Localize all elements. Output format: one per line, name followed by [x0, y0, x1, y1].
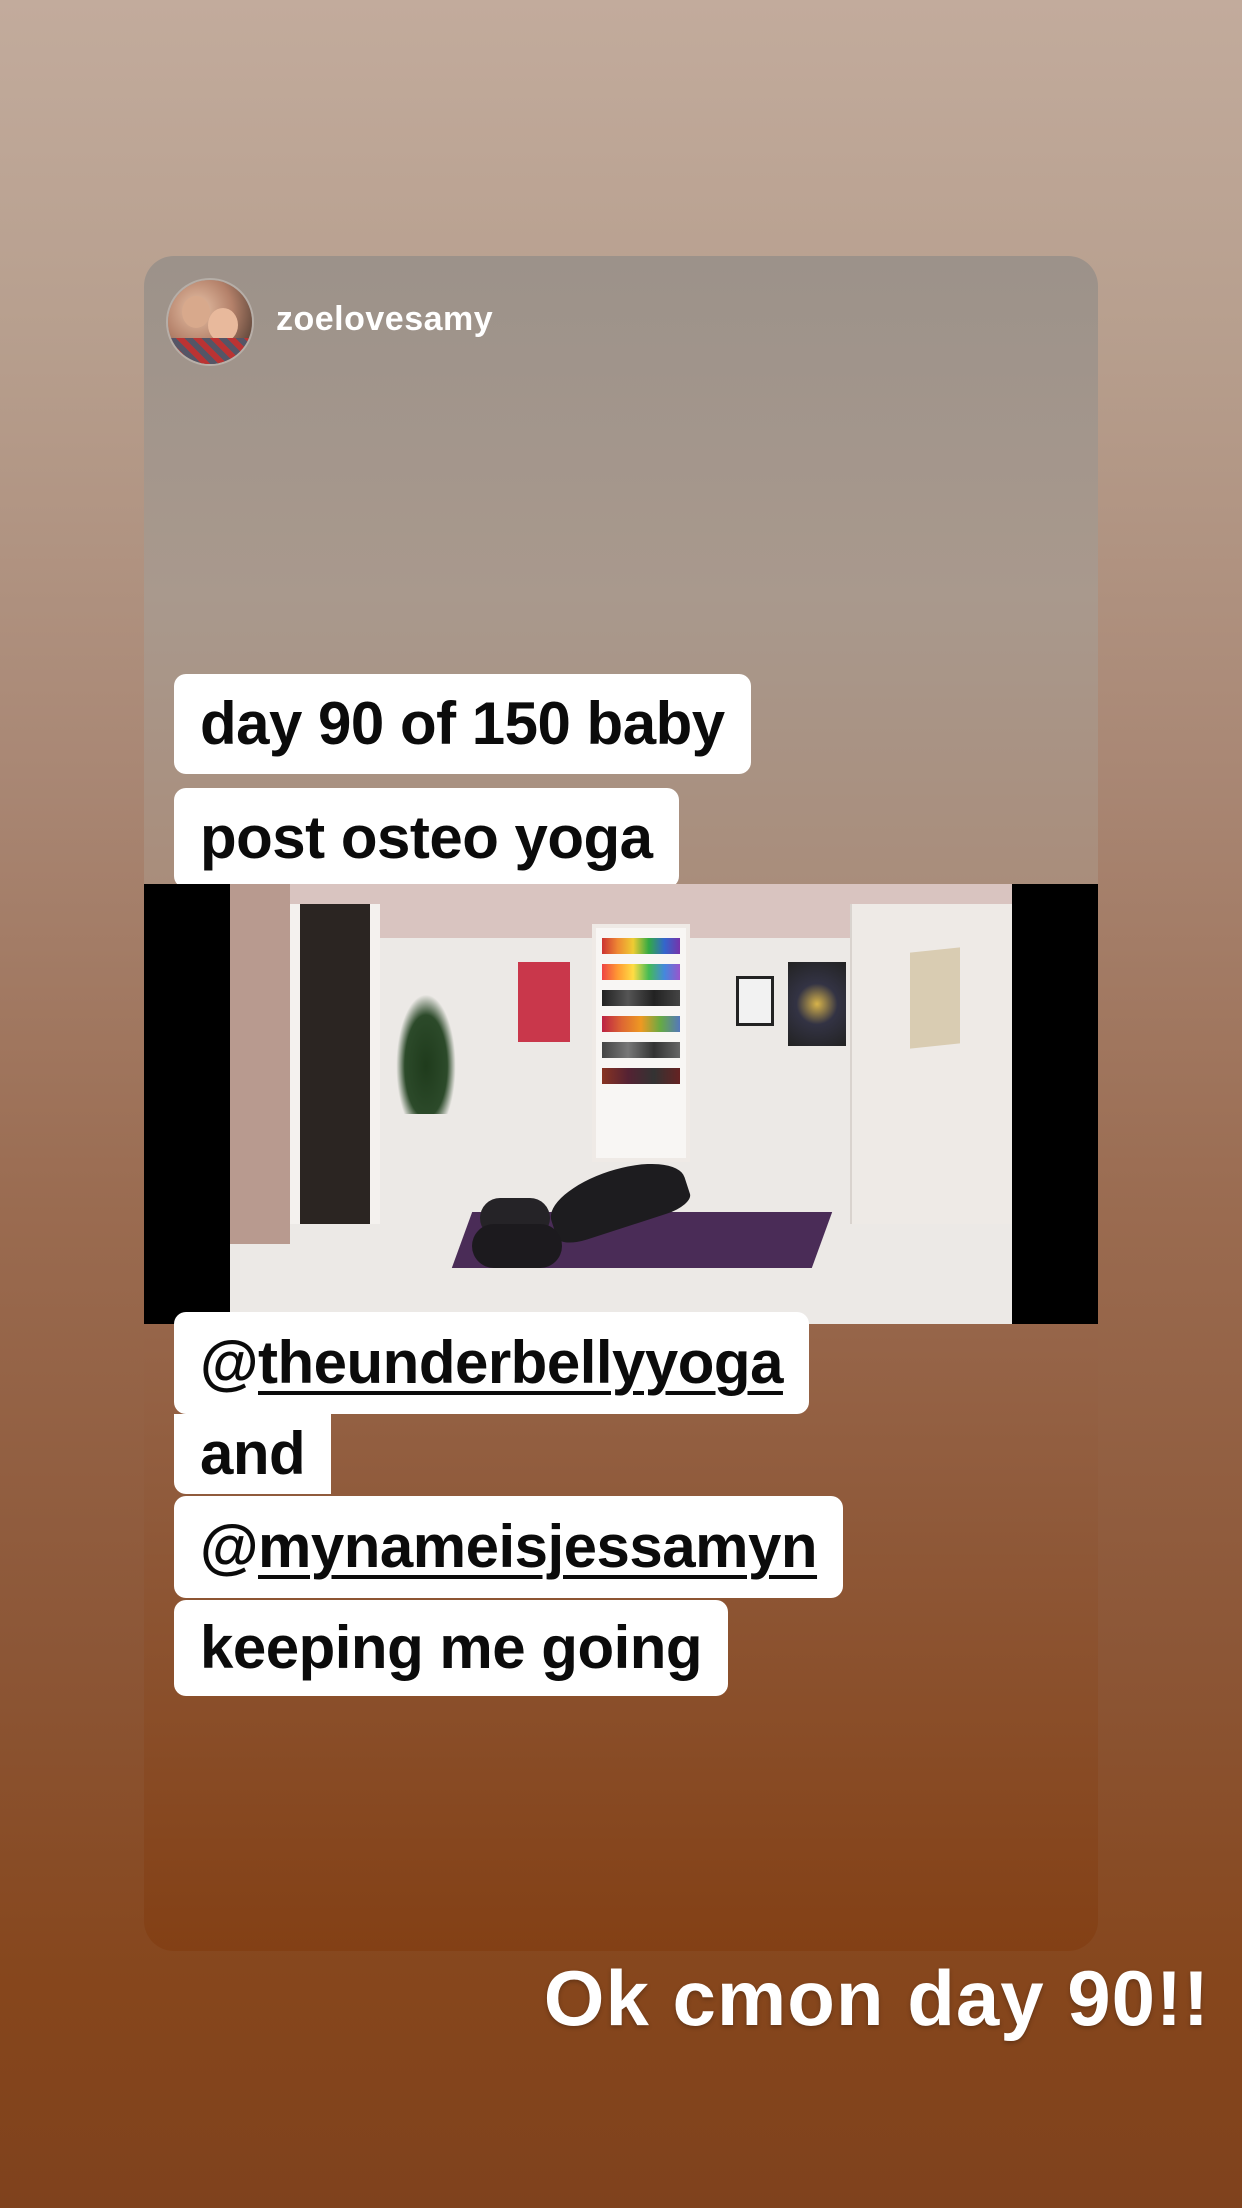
text-line-keeping-going: keeping me going: [174, 1600, 729, 1696]
text-line-day-count-label: day 90 of 150 baby: [200, 690, 725, 757]
shared-post-card[interactable]: zoelovesamy day 90 of 150 baby post oste…: [144, 256, 1098, 1951]
profile-avatar[interactable]: [168, 280, 252, 364]
mention-line-underbelly[interactable]: @ theunderbellyyoga: [174, 1312, 809, 1414]
text-line-keeping-going-label: keeping me going: [200, 1614, 703, 1681]
text-line-and: and: [174, 1414, 332, 1494]
story-caption: Ok cmon day 90!!: [543, 1954, 1210, 2042]
video-preview[interactable]: [144, 884, 1098, 1324]
text-line-yoga-type-label: post osteo yoga: [200, 804, 653, 871]
mention-line-jessamyn[interactable]: @ mynameisjessamyn: [174, 1496, 844, 1598]
text-line-and-label: and: [200, 1420, 306, 1487]
mention-link-theunderbellyyoga[interactable]: theunderbellyyoga: [258, 1333, 783, 1393]
mention-at-symbol: @: [200, 1329, 259, 1396]
text-line-day-count: day 90 of 150 baby: [174, 674, 751, 774]
video-frame: [230, 884, 1012, 1324]
mention-at-symbol: @: [200, 1513, 259, 1580]
post-username[interactable]: zoelovesamy: [276, 300, 493, 339]
mention-link-mynameisjessamyn[interactable]: mynameisjessamyn: [258, 1517, 818, 1577]
text-line-yoga-type: post osteo yoga: [174, 788, 679, 888]
